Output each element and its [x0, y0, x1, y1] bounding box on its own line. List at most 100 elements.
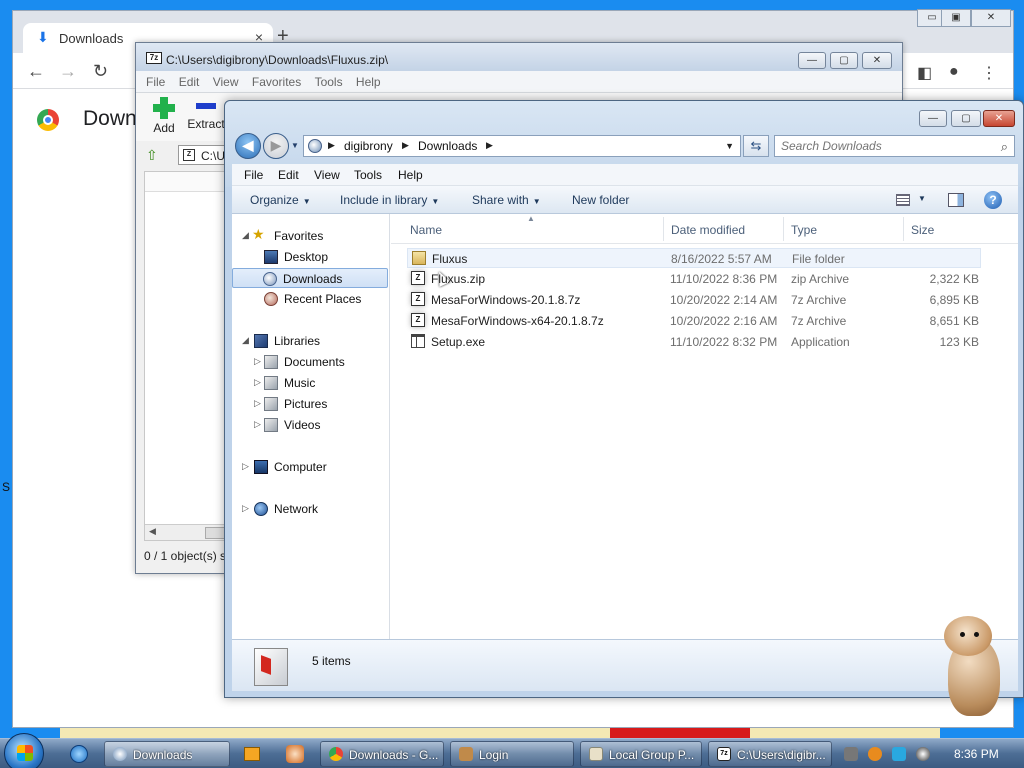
expand-arrow-icon[interactable]: ▷ [254, 356, 261, 367]
folder-up-icon[interactable]: ⇧ [146, 147, 158, 164]
file-row[interactable]: Setup.exe 11/10/2022 8:32 PM Application… [407, 332, 981, 352]
nav-downloads[interactable]: Downloads [232, 268, 388, 288]
collapse-arrow-icon[interactable]: ◢ [242, 230, 249, 241]
explorer-close-button[interactable]: ✕ [983, 110, 1015, 127]
app-icon[interactable] [286, 745, 304, 763]
expand-arrow-icon[interactable]: ▷ [254, 419, 261, 430]
expand-arrow-icon[interactable]: ▷ [242, 503, 249, 514]
reload-icon[interactable]: ↻ [93, 61, 108, 82]
address-dropdown-icon[interactable]: ▼ [725, 141, 734, 151]
change-view-icon[interactable] [896, 194, 910, 206]
address-bar[interactable]: ▶ digibrony ▶ Downloads ▶ ▼ [303, 135, 741, 157]
breadcrumb-arrow-icon[interactable]: ▶ [402, 140, 409, 151]
7zip-file-list[interactable]: ◀ [144, 171, 228, 541]
breadcrumb-arrow-icon[interactable]: ▶ [486, 140, 493, 151]
7zip-add-button[interactable]: Add [142, 95, 186, 135]
taskbar-chrome-downloads[interactable]: Downloads - G... [320, 741, 444, 767]
menu-tools[interactable]: Tools [354, 168, 382, 182]
back-arrow-icon[interactable]: ← [27, 61, 45, 82]
file-list[interactable]: ▲ Name Date modified Type Size Fluxus 8/… [391, 214, 1018, 639]
tray-display-icon[interactable] [892, 747, 906, 761]
7zip-maximize-button[interactable]: ▢ [830, 52, 858, 69]
explorer-window[interactable]: — ▢ ✕ ◀ ▶ ▼ ▶ digibrony ▶ Downloads ▶ ▼ … [224, 100, 1024, 698]
column-divider[interactable] [663, 217, 664, 241]
file-row[interactable]: Z MesaForWindows-x64-20.1.8.7z 10/20/202… [407, 311, 981, 331]
taskbar-explorer-downloads[interactable]: Downloads [104, 741, 230, 767]
menu-help[interactable]: Help [398, 168, 423, 182]
file-row[interactable]: Z Fluxus.zip 11/10/2022 8:36 PM zip Arch… [407, 269, 981, 289]
search-input[interactable] [781, 139, 981, 153]
nav-videos[interactable]: ▷ Videos [232, 415, 388, 435]
menu-view[interactable]: View [314, 168, 340, 182]
column-divider[interactable] [783, 217, 784, 241]
tray-app-icon[interactable] [844, 747, 858, 761]
forward-button[interactable]: ▶ [263, 133, 289, 159]
media-player-icon[interactable] [244, 747, 260, 761]
start-button[interactable] [4, 733, 44, 768]
explorer-maximize-button[interactable]: ▢ [951, 110, 981, 127]
menu-file[interactable]: File [244, 168, 263, 182]
profile-icon[interactable]: ● [949, 63, 959, 81]
tray-volume-icon[interactable] [916, 747, 930, 761]
new-folder-button[interactable]: New folder [572, 193, 629, 207]
nav-recent-places[interactable]: Recent Places [232, 289, 388, 309]
search-icon[interactable]: ⌕ [1001, 139, 1008, 155]
file-row[interactable]: Fluxus 8/16/2022 5:57 AM File folder [407, 248, 981, 287]
7zip-minimize-button[interactable]: — [798, 52, 826, 69]
organize-button[interactable]: Organize ▼ [250, 193, 311, 207]
recent-pages-chevron-icon[interactable]: ▼ [291, 141, 299, 150]
forward-arrow-icon[interactable]: → [59, 61, 77, 82]
chrome-menu-icon[interactable]: ⋮ [981, 63, 997, 83]
nav-computer[interactable]: ▷ Computer [232, 457, 388, 477]
nav-documents[interactable]: ▷ Documents [232, 352, 388, 372]
7zip-menu-edit[interactable]: Edit [179, 75, 200, 89]
explorer-minimize-button[interactable]: — [919, 110, 947, 127]
expand-arrow-icon[interactable]: ▷ [254, 377, 261, 388]
7zip-extract-button[interactable]: Extract [184, 95, 228, 131]
taskbar-login[interactable]: Login [450, 741, 574, 767]
nav-favorites[interactable]: ◢ ★ Favorites [232, 226, 388, 246]
scroll-thumb[interactable] [205, 527, 225, 539]
breadcrumb-digibrony[interactable]: digibrony [344, 139, 393, 153]
sidepanel-icon[interactable]: ◧ [917, 63, 932, 83]
column-type[interactable]: Type [791, 223, 817, 237]
7zip-hscrollbar[interactable]: ◀ [145, 524, 227, 540]
nav-desktop[interactable]: Desktop [232, 247, 388, 267]
collapse-arrow-icon[interactable]: ◢ [242, 335, 249, 346]
back-button[interactable]: ◀ [235, 133, 261, 159]
expand-arrow-icon[interactable]: ▷ [242, 461, 249, 472]
internet-explorer-icon[interactable] [70, 745, 88, 763]
preview-pane-icon[interactable] [948, 193, 964, 207]
taskbar-clock[interactable]: 8:36 PM [954, 747, 999, 761]
nav-libraries[interactable]: ◢ Libraries [232, 331, 388, 351]
menu-edit[interactable]: Edit [278, 168, 299, 182]
breadcrumb-downloads[interactable]: Downloads [418, 139, 477, 153]
scroll-left-icon[interactable]: ◀ [149, 526, 156, 537]
column-name[interactable]: Name [410, 223, 442, 237]
include-in-library-button[interactable]: Include in library ▼ [340, 193, 439, 207]
column-divider[interactable] [903, 217, 904, 241]
7zip-close-button[interactable]: ✕ [862, 52, 892, 69]
column-date-modified[interactable]: Date modified [671, 223, 745, 237]
chrome-close-button[interactable]: ✕ [971, 9, 1011, 27]
column-size[interactable]: Size [911, 223, 934, 237]
nav-network[interactable]: ▷ Network [232, 499, 388, 519]
nav-music[interactable]: ▷ Music [232, 373, 388, 393]
navigation-pane[interactable]: ◢ ★ Favorites Desktop Downloads Recent P… [232, 214, 390, 639]
7zip-menu-file[interactable]: File [146, 75, 165, 89]
share-with-button[interactable]: Share with ▼ [472, 193, 541, 207]
7zip-menu-favorites[interactable]: Favorites [252, 75, 301, 89]
7zip-menu-help[interactable]: Help [356, 75, 381, 89]
taskbar-local-group-policy[interactable]: Local Group P... [580, 741, 702, 767]
search-box[interactable]: ⌕ [774, 135, 1015, 157]
7zip-menu-view[interactable]: View [213, 75, 239, 89]
file-row[interactable]: Z MesaForWindows-20.1.8.7z 10/20/2022 2:… [407, 290, 981, 310]
nav-pictures[interactable]: ▷ Pictures [232, 394, 388, 414]
expand-arrow-icon[interactable]: ▷ [254, 398, 261, 409]
chrome-maximize-button[interactable]: ▣ [941, 9, 971, 27]
view-options-chevron-icon[interactable]: ▼ [918, 194, 926, 203]
help-button[interactable]: ? [984, 191, 1002, 209]
taskbar-7zip[interactable]: 7z C:\Users\digibr... [708, 741, 832, 767]
7zip-address-field[interactable]: Z C:\U [178, 145, 228, 165]
tray-search-icon[interactable] [868, 747, 882, 761]
